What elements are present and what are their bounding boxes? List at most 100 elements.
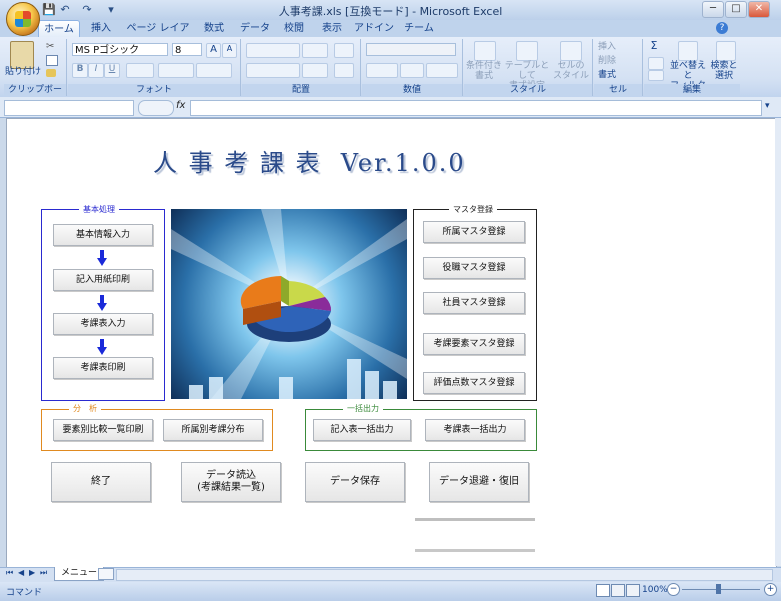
department-distribution-button[interactable]: 所属別考課分布 <box>163 419 263 441</box>
evaluation-element-master-button[interactable]: 考課要素マスタ登録 <box>423 333 525 355</box>
score-master-button[interactable]: 評価点数マスタ登録 <box>423 372 525 394</box>
italic-button[interactable]: I <box>88 63 104 78</box>
department-master-button[interactable]: 所属マスタ登録 <box>423 221 525 243</box>
zoom-slider-thumb[interactable] <box>716 584 721 594</box>
expand-formula-bar-icon[interactable]: ▾ <box>765 101 770 111</box>
employee-master-button[interactable]: 社員マスタ登録 <box>423 292 525 314</box>
tab-formulas[interactable]: 数式 <box>198 20 230 37</box>
tab-addins[interactable]: アドイン <box>354 20 394 37</box>
zoom-out-button[interactable]: − <box>667 583 680 596</box>
sheet-tab-menu[interactable]: メニュー <box>54 567 105 581</box>
tab-review[interactable]: 校閲 <box>278 20 310 37</box>
tab-data[interactable]: データ <box>238 20 272 37</box>
zoom-level[interactable]: 100% <box>642 585 668 595</box>
basic-frame-label: 基本処理 <box>79 205 119 215</box>
autosum-button[interactable]: Σ <box>648 40 660 51</box>
number-format-select[interactable] <box>366 43 456 56</box>
font-color-button[interactable] <box>196 63 232 78</box>
name-box[interactable] <box>4 100 134 116</box>
tab-home[interactable]: ホーム <box>38 20 80 37</box>
decimal-buttons[interactable] <box>426 63 458 78</box>
position-master-button[interactable]: 役職マスタ登録 <box>423 257 525 279</box>
bold-button[interactable]: B <box>72 63 88 78</box>
element-comparison-print-button[interactable]: 要素別比較一覧印刷 <box>53 419 153 441</box>
wrap-text-button[interactable] <box>334 43 354 58</box>
border-button[interactable] <box>126 63 154 78</box>
font-name-input[interactable]: MS Pゴシック <box>72 43 168 56</box>
batch-evaluation-output-button[interactable]: 考課表一括出力 <box>425 419 525 441</box>
help-icon[interactable]: ? <box>716 22 728 34</box>
formula-buttons[interactable] <box>138 100 174 116</box>
copy-icon[interactable] <box>46 55 58 66</box>
conditional-format-icon[interactable] <box>474 41 496 61</box>
cut-icon[interactable]: ✂ <box>46 41 58 52</box>
vertical-align-buttons[interactable] <box>246 43 300 58</box>
paste-icon[interactable] <box>10 41 34 69</box>
find-select-icon[interactable] <box>716 41 736 61</box>
tab-team[interactable]: チーム <box>400 20 438 37</box>
sheet-title: 人 事 考 課 表 Ver.1.0.0 <box>153 149 466 177</box>
cell-style-label[interactable]: セルの スタイル <box>552 61 590 81</box>
fill-color-button[interactable] <box>158 63 194 78</box>
insert-function-icon[interactable]: fx <box>176 100 185 111</box>
merge-button[interactable] <box>334 63 354 78</box>
font-size-input[interactable]: 8 <box>172 43 202 56</box>
close-button[interactable]: ✕ <box>748 1 770 18</box>
find-select-label[interactable]: 検索と 選択 <box>706 61 742 81</box>
footer-text-line <box>415 518 535 521</box>
table-format-icon[interactable] <box>516 41 538 61</box>
indent-buttons[interactable] <box>302 63 328 78</box>
percent-button[interactable] <box>400 63 424 78</box>
currency-button[interactable] <box>366 63 398 78</box>
format-cells-button[interactable]: 書式 <box>598 70 638 80</box>
load-data-button[interactable]: データ読込 (考課結果一覧) <box>181 462 281 502</box>
print-entry-form-button[interactable]: 記入用紙印刷 <box>53 269 153 291</box>
backup-restore-button[interactable]: データ退避・復旧 <box>429 462 529 502</box>
format-painter-icon[interactable] <box>46 69 56 77</box>
normal-view-icon[interactable] <box>596 584 610 597</box>
insert-sheet-icon[interactable] <box>98 568 114 580</box>
evaluation-input-button[interactable]: 考課表入力 <box>53 313 153 335</box>
down-arrow-icon <box>97 339 107 355</box>
conditional-format-label[interactable]: 条件付き 書式 <box>464 61 504 81</box>
delete-cells-button[interactable]: 削除 <box>598 56 638 66</box>
cell-style-icon[interactable] <box>560 41 582 61</box>
exit-button[interactable]: 終了 <box>51 462 151 502</box>
shrink-font-button[interactable]: A <box>222 43 237 58</box>
status-mode: コマンド <box>6 588 43 598</box>
grow-font-button[interactable]: A <box>206 43 221 58</box>
sheet-nav-next[interactable]: ▶ <box>29 568 35 577</box>
horizontal-scrollbar[interactable] <box>116 569 773 581</box>
batch-output-frame-label: 一括出力 <box>343 404 383 414</box>
tab-insert[interactable]: 挿入 <box>84 20 118 37</box>
vertical-scrollbar[interactable] <box>775 118 781 566</box>
orientation-button[interactable] <box>302 43 328 58</box>
page-layout-view-icon[interactable] <box>611 584 625 597</box>
underline-button[interactable]: U <box>104 63 120 78</box>
sheet-nav-prev[interactable]: ◀ <box>18 568 24 577</box>
tab-page-layout[interactable]: ページ レイアウト <box>124 20 192 51</box>
fill-button[interactable] <box>648 57 664 70</box>
zoom-slider[interactable] <box>682 589 760 590</box>
save-data-button[interactable]: データ保存 <box>305 462 405 502</box>
zoom-in-button[interactable]: + <box>764 583 777 596</box>
minimize-button[interactable]: ─ <box>702 1 724 18</box>
clear-button[interactable] <box>648 70 664 81</box>
tab-view[interactable]: 表示 <box>316 20 348 37</box>
maximize-button[interactable]: □ <box>725 1 747 18</box>
formula-input[interactable] <box>190 100 762 116</box>
analysis-frame-label: 分 析 <box>69 404 101 414</box>
page-break-view-icon[interactable] <box>626 584 640 597</box>
sort-filter-icon[interactable] <box>678 41 698 61</box>
basic-info-input-button[interactable]: 基本情報入力 <box>53 224 153 246</box>
insert-cells-button[interactable]: 挿入 <box>598 42 638 52</box>
number-group-label: 数値 <box>362 84 462 96</box>
sheet-nav-first[interactable]: ⏮ <box>6 568 13 578</box>
alignment-group: 配置 <box>242 39 361 96</box>
office-button[interactable] <box>6 2 40 36</box>
paste-label[interactable]: 貼り付け <box>4 67 42 77</box>
batch-entry-output-button[interactable]: 記入表一括出力 <box>313 419 411 441</box>
sheet-nav-last[interactable]: ⏭ <box>40 568 47 578</box>
evaluation-print-button[interactable]: 考課表印刷 <box>53 357 153 379</box>
horizontal-align-buttons[interactable] <box>246 63 300 78</box>
